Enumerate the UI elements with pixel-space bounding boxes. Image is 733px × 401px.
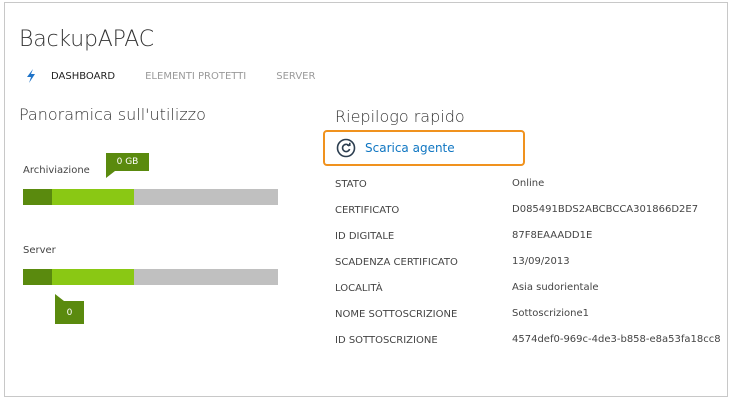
dashboard-panel: BackupAPAC DASHBOARD ELEMENTI PROTETTI S… — [4, 2, 728, 397]
storage-usage-bar — [23, 189, 278, 205]
summary-value-certificate-expiry: 13/09/2013 — [512, 256, 570, 267]
tab-server[interactable]: SERVER — [276, 71, 315, 82]
storage-usage-bar-segment-light — [52, 189, 134, 205]
summary-key-status: STATO — [335, 179, 367, 190]
server-usage-bar — [23, 269, 278, 285]
summary-value-status: Online — [512, 178, 545, 189]
download-agent-label: Scarica agente — [365, 141, 455, 155]
page-title: BackupAPAC — [19, 27, 154, 52]
summary-key-subscription-id: ID SOTTOSCRIZIONE — [335, 335, 438, 346]
storage-value: 0 GB — [116, 157, 139, 167]
lightning-bolt-icon — [27, 69, 35, 83]
usage-overview-title: Panoramica sull'utilizzo — [19, 105, 206, 124]
storage-value-callout: 0 GB — [106, 153, 149, 178]
summary-value-location: Asia sudorientale — [512, 282, 599, 293]
summary-key-digital-id: ID DIGITALE — [335, 231, 395, 242]
summary-value-subscription-name: Sottoscrizione1 — [512, 308, 590, 319]
tab-protected-items[interactable]: ELEMENTI PROTETTI — [145, 71, 246, 82]
summary-value-subscription-id: 4574def0-969c-4de3-b858-e8a53fa18cc8 — [512, 334, 721, 345]
summary-key-certificate-expiry: SCADENZA CERTIFICATO — [335, 257, 458, 268]
tab-dashboard[interactable]: DASHBOARD — [51, 71, 115, 82]
server-usage-bar-segment-dark — [23, 269, 52, 285]
download-agent-button[interactable]: Scarica agente — [323, 130, 525, 166]
quick-summary-title: Riepilogo rapido — [335, 107, 465, 126]
refresh-circle-icon — [336, 138, 356, 158]
storage-label: Archiviazione — [23, 165, 90, 176]
server-value-callout: 0 — [55, 294, 84, 324]
server-label: Server — [23, 245, 56, 256]
server-usage-bar-segment-light — [52, 269, 134, 285]
summary-key-certificate: CERTIFICATO — [335, 205, 400, 216]
summary-key-subscription-name: NOME SOTTOSCRIZIONE — [335, 309, 458, 320]
server-value: 0 — [66, 307, 73, 318]
summary-value-certificate: D085491BDS2ABCBCCA301866D2E7 — [512, 204, 699, 215]
summary-key-location: LOCALITÀ — [335, 283, 383, 294]
storage-usage-bar-segment-dark — [23, 189, 52, 205]
tab-bar: DASHBOARD ELEMENTI PROTETTI SERVER — [25, 68, 345, 84]
summary-value-digital-id: 87F8EAAADD1E — [512, 230, 593, 241]
